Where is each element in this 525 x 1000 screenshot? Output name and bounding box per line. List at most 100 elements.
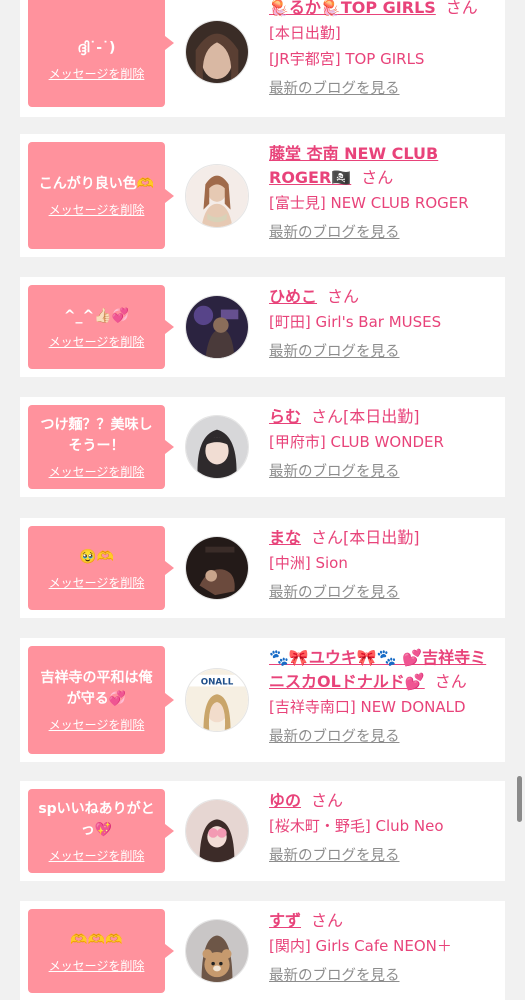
card-info: まな さん[本日出勤] [中洲] Sion 最新のブログを見る (269, 526, 499, 604)
message-card: こんがり良い色🫶 メッセージを削除 藤堂 杏南 NEW CLUB ROGER🏴‍… (20, 134, 505, 257)
cast-name-link[interactable]: らむ (269, 407, 301, 426)
delete-message-link[interactable]: メッセージを削除 (49, 335, 145, 349)
honorific: さん (434, 672, 467, 691)
shop-name: [関内] Girls Cafe NEON＋ (269, 937, 452, 955)
work-status: [本日出勤] (269, 24, 341, 42)
name-line: ひめこ さん (269, 285, 499, 309)
card-info: 🪼るか🪼TOP GIRLS さん [本日出勤] [JR宇都宮] TOP GIRLS… (269, 0, 499, 100)
delete-message-link[interactable]: メッセージを削除 (49, 203, 145, 217)
message-card: 🥹🫶 メッセージを削除 まな さん[本日出勤] [中洲] Sion 最新のブログを… (20, 518, 505, 618)
honorific: さん (327, 287, 360, 306)
scrollbar-thumb[interactable] (517, 776, 522, 822)
avatar[interactable] (185, 164, 249, 228)
name-line: 🪼るか🪼TOP GIRLS さん (269, 0, 499, 20)
latest-blog-link[interactable]: 最新のブログを見る (269, 341, 400, 363)
name-line: らむ さん[本日出勤] (269, 405, 499, 429)
message-bubble: 🫶🫶🫶 メッセージを削除 (28, 909, 174, 993)
message-text: ദ്ദി˙-˙) (77, 40, 116, 56)
message-text: 🫶🫶🫶 (70, 931, 123, 948)
card-info: ひめこ さん [町田] Girl's Bar MUSES 最新のブログを見る (269, 285, 499, 363)
message-card: つけ麺？？美味しそうー！ メッセージを削除 らむ さん[本日出勤] [甲府市] C… (20, 397, 505, 497)
card-info: らむ さん[本日出勤] [甲府市] CLUB WONDER 最新のブログを見る (269, 405, 499, 483)
delete-message-link[interactable]: メッセージを削除 (49, 959, 145, 973)
card-info: 藤堂 杏南 NEW CLUB ROGER🏴‍☠️ さん [富士見] NEW CLU… (269, 142, 499, 244)
cast-name-link[interactable]: ゆの (269, 791, 301, 810)
message-bubble: spいいねありがとっ💖 メッセージを削除 (28, 789, 174, 873)
avatar-photo: ONALL (186, 669, 248, 731)
avatar[interactable] (185, 799, 249, 863)
latest-blog-link[interactable]: 最新のブログを見る (269, 461, 400, 483)
message-card: ദ്ദി˙-˙) メッセージを削除 🪼るか🪼TOP GIRLS さん [本日出勤]… (20, 0, 505, 117)
card-info: すず さん [関内] Girls Cafe NEON＋ 最新のブログを見る (269, 909, 499, 987)
avatar[interactable] (185, 20, 249, 84)
cast-name-link[interactable]: まな (269, 528, 301, 547)
shop-name: [桜木町・野毛] Club Neo (269, 817, 444, 835)
name-line: 🐾🎀ユウキ🎀🐾 💕吉祥寺ミニスカOLドナルド💕 さん (269, 646, 499, 694)
message-bubble: こんがり良い色🫶 メッセージを削除 (28, 142, 174, 249)
page: ദ്ദി˙-˙) メッセージを削除 🪼るか🪼TOP GIRLS さん [本日出勤]… (0, 0, 525, 1000)
shop-name: [JR宇都宮] TOP GIRLS (269, 50, 425, 68)
latest-blog-link[interactable]: 最新のブログを見る (269, 726, 400, 748)
avatar[interactable]: ONALL (185, 668, 249, 732)
cast-name-link[interactable]: すず (269, 911, 301, 930)
message-bubble: 🥹🫶 メッセージを削除 (28, 526, 174, 610)
message-text: つけ麺？？美味しそうー！ (40, 417, 153, 454)
shop-name: [吉祥寺南口] NEW DONALD (269, 698, 466, 716)
avatar[interactable] (185, 919, 249, 983)
shop-name: [中洲] Sion (269, 554, 348, 572)
avatar-photo (186, 800, 248, 862)
name-line: まな さん[本日出勤] (269, 526, 499, 550)
message-text: ^_^👍🏻💞 (63, 307, 130, 324)
latest-blog-link[interactable]: 最新のブログを見る (269, 845, 400, 867)
avatar-photo (186, 165, 248, 227)
honorific: さん (311, 911, 344, 930)
delete-message-link[interactable]: メッセージを削除 (49, 849, 145, 863)
honorific: さん (311, 528, 344, 547)
message-card: 吉祥寺の平和は俺が守る💞 メッセージを削除 ONALL 🐾🎀ユウキ🎀🐾 💕吉祥寺… (20, 638, 505, 762)
latest-blog-link[interactable]: 最新のブログを見る (269, 965, 400, 987)
name-line: ゆの さん (269, 789, 499, 813)
avatar[interactable] (185, 536, 249, 600)
cast-name-link[interactable]: ひめこ (269, 287, 317, 306)
delete-message-link[interactable]: メッセージを削除 (49, 67, 145, 81)
delete-message-link[interactable]: メッセージを削除 (49, 465, 145, 479)
shop-name: [甲府市] CLUB WONDER (269, 433, 444, 451)
message-text: こんがり良い色🫶 (38, 176, 155, 192)
svg-text:ONALL: ONALL (201, 678, 234, 688)
card-info: 🐾🎀ユウキ🎀🐾 💕吉祥寺ミニスカOLドナルド💕 さん [吉祥寺南口] NEW DO… (269, 646, 499, 748)
work-status: [本日出勤] (343, 407, 420, 426)
work-status: [本日出勤] (343, 528, 420, 547)
avatar-photo (186, 296, 248, 358)
avatar[interactable] (185, 295, 249, 359)
cast-name-link[interactable]: 藤堂 杏南 NEW CLUB ROGER🏴‍☠️ (269, 144, 438, 187)
latest-blog-link[interactable]: 最新のブログを見る (269, 582, 400, 604)
card-info: ゆの さん [桜木町・野毛] Club Neo 最新のブログを見る (269, 789, 499, 867)
avatar-photo (186, 416, 248, 478)
message-card: spいいねありがとっ💖 メッセージを削除 ゆの さん [桜木町・野毛] Club … (20, 781, 505, 881)
delete-message-link[interactable]: メッセージを削除 (49, 718, 145, 732)
name-line: すず さん (269, 909, 499, 933)
avatar-photo (186, 920, 248, 982)
honorific: さん (311, 407, 344, 426)
message-bubble: 吉祥寺の平和は俺が守る💞 メッセージを削除 (28, 646, 174, 754)
message-text: 🥹🫶 (79, 548, 114, 565)
message-card: ^_^👍🏻💞 メッセージを削除 ひめこ さん [町田] Girl's Bar MU… (20, 277, 505, 377)
delete-message-link[interactable]: メッセージを削除 (49, 576, 145, 590)
honorific: さん (311, 791, 344, 810)
honorific: さん (445, 0, 478, 17)
name-line: 藤堂 杏南 NEW CLUB ROGER🏴‍☠️ さん (269, 142, 499, 190)
avatar-photo (186, 537, 248, 599)
cast-name-link[interactable]: 🪼るか🪼TOP GIRLS (269, 0, 436, 17)
message-bubble: ^_^👍🏻💞 メッセージを削除 (28, 285, 174, 369)
shop-name: [町田] Girl's Bar MUSES (269, 313, 442, 331)
honorific: さん (361, 168, 394, 187)
message-bubble: つけ麺？？美味しそうー！ メッセージを削除 (28, 405, 174, 489)
latest-blog-link[interactable]: 最新のブログを見る (269, 78, 400, 100)
avatar[interactable] (185, 415, 249, 479)
message-text: spいいねありがとっ💖 (38, 801, 155, 838)
message-text: 吉祥寺の平和は俺が守る💞 (40, 670, 153, 707)
shop-name: [富士見] NEW CLUB ROGER (269, 194, 469, 212)
avatar-photo (186, 21, 248, 83)
message-bubble: ദ്ദി˙-˙) メッセージを削除 (28, 0, 174, 107)
latest-blog-link[interactable]: 最新のブログを見る (269, 222, 400, 244)
